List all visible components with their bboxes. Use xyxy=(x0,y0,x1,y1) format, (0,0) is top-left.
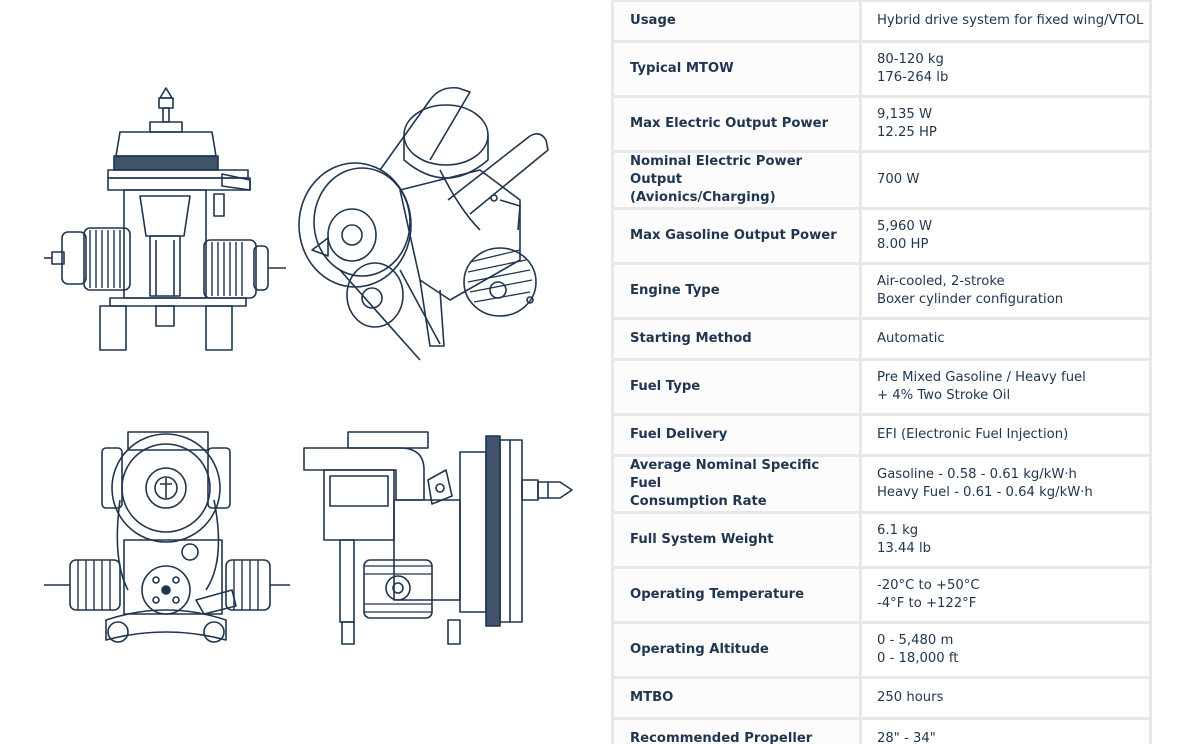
spec-label: Recommended Propeller xyxy=(611,717,862,744)
spec-value: -20°C to +50°C -4°F to +122°F xyxy=(859,566,1152,624)
spec-value: 250 hours xyxy=(859,676,1152,720)
spec-label-line: Full System Weight xyxy=(630,532,774,547)
spec-row-full-system-weight: Full System Weight 6.1 kg 13.44 lb xyxy=(611,511,1152,569)
spec-label: Max Gasoline Output Power xyxy=(611,207,862,265)
spec-label: Operating Altitude xyxy=(611,621,862,679)
engine-isometric-view-icon xyxy=(298,86,549,361)
spec-label: Usage xyxy=(611,0,862,43)
spec-value-line: 5,960 W xyxy=(877,219,932,234)
spec-value-line: 28" - 34" xyxy=(877,731,936,744)
spec-row-usage: Usage Hybrid drive system for fixed wing/… xyxy=(611,0,1152,43)
spec-label-line: Consumption Rate xyxy=(630,494,767,509)
spec-label: Max Electric Output Power xyxy=(611,95,862,153)
spec-label-line: Typical MTOW xyxy=(630,61,734,76)
spec-value: 700 W xyxy=(859,150,1152,210)
spec-label-line: Starting Method xyxy=(630,331,752,346)
spec-row-max-gasoline-output-power: Max Gasoline Output Power 5,960 W 8.00 HP xyxy=(611,207,1152,265)
spec-row-fuel-type: Fuel Type Pre Mixed Gasoline / Heavy fuel… xyxy=(611,358,1152,416)
spec-value-line: 250 hours xyxy=(877,690,944,705)
spec-value-line: 0 - 18,000 ft xyxy=(877,651,959,666)
spec-value: 9,135 W 12.25 HP xyxy=(859,95,1152,153)
spec-label-line: Operating Altitude xyxy=(630,642,769,657)
spec-row-nominal-electric-power-output: Nominal Electric Power Output (Avionics/C… xyxy=(611,150,1152,210)
spec-row-recommended-propeller: Recommended Propeller 28" - 34" xyxy=(611,717,1152,744)
spec-row-specific-fuel-consumption: Average Nominal Specific Fuel Consumption… xyxy=(611,454,1152,514)
spec-row-mtbo: MTBO 250 hours xyxy=(611,676,1152,720)
spec-value: 6.1 kg 13.44 lb xyxy=(859,511,1152,569)
spec-value: EFI (Electronic Fuel Injection) xyxy=(859,413,1152,457)
spec-label: Engine Type xyxy=(611,262,862,320)
spec-value-line: 6.1 kg xyxy=(877,523,919,538)
spec-value-line: Automatic xyxy=(877,331,945,346)
spec-value-line: 176-264 lb xyxy=(877,70,949,85)
spec-value-line: Pre Mixed Gasoline / Heavy fuel xyxy=(877,370,1086,385)
spec-row-starting-method: Starting Method Automatic xyxy=(611,317,1152,361)
spec-label: Fuel Type xyxy=(611,358,862,416)
spec-value-line: -4°F to +122°F xyxy=(877,596,977,611)
spec-value-line: 9,135 W xyxy=(877,107,932,122)
spec-label-line: Engine Type xyxy=(630,283,720,298)
spec-label-line: Recommended Propeller xyxy=(630,731,813,744)
spec-value: Hybrid drive system for fixed wing/VTOL xyxy=(859,0,1152,43)
spec-label: Full System Weight xyxy=(611,511,862,569)
spec-label: Starting Method xyxy=(611,317,862,361)
engine-rear-view-icon xyxy=(44,431,290,643)
spec-row-engine-type: Engine Type Air-cooled, 2-stroke Boxer cyl… xyxy=(611,262,1152,320)
spec-label-line: Max Electric Output Power xyxy=(630,116,829,131)
spec-label: Fuel Delivery xyxy=(611,413,862,457)
spec-value: 5,960 W 8.00 HP xyxy=(859,207,1152,265)
spec-value-line: EFI (Electronic Fuel Injection) xyxy=(877,427,1069,442)
spec-value: 28" - 34" xyxy=(859,717,1152,744)
spec-label-line: Nominal Electric Power Output xyxy=(630,154,803,187)
spec-label: Operating Temperature xyxy=(611,566,862,624)
spec-label-line: Fuel Type xyxy=(630,379,701,394)
spec-value-line: 80-120 kg xyxy=(877,52,944,67)
spec-row-typical-mtow: Typical MTOW 80-120 kg 176-264 lb xyxy=(611,40,1152,98)
spec-value-line: -20°C to +50°C xyxy=(877,578,980,593)
spec-row-fuel-delivery: Fuel Delivery EFI (Electronic Fuel Inject… xyxy=(611,413,1152,457)
engine-front-view-icon xyxy=(44,87,286,351)
spec-label: Typical MTOW xyxy=(611,40,862,98)
spec-label-line: Fuel Delivery xyxy=(630,427,728,442)
spec-value-line: Gasoline - 0.58 - 0.61 kg/kW·h xyxy=(877,467,1077,482)
spec-value: Automatic xyxy=(859,317,1152,361)
spec-value-line: 8.00 HP xyxy=(877,237,929,252)
engine-drawings xyxy=(0,0,600,744)
spec-value: Pre Mixed Gasoline / Heavy fuel + 4% Two … xyxy=(859,358,1152,416)
spec-value-line: Boxer cylinder configuration xyxy=(877,292,1064,307)
spec-label-line: Usage xyxy=(630,13,676,28)
spec-row-operating-temperature: Operating Temperature -20°C to +50°C -4°F … xyxy=(611,566,1152,624)
spec-label-line: (Avionics/Charging) xyxy=(630,190,776,205)
spec-label-line: Average Nominal Specific Fuel xyxy=(630,458,820,491)
spec-row-max-electric-output-power: Max Electric Output Power 9,135 W 12.25 HP xyxy=(611,95,1152,153)
engine-side-view-icon xyxy=(303,431,573,645)
spec-value-line: Hybrid drive system for fixed wing/VTOL xyxy=(877,13,1144,28)
spec-value-line: 0 - 5,480 m xyxy=(877,633,954,648)
spec-label-line: Operating Temperature xyxy=(630,587,805,602)
spec-row-operating-altitude: Operating Altitude 0 - 5,480 m 0 - 18,000 … xyxy=(611,621,1152,679)
spec-label: MTBO xyxy=(611,676,862,720)
spec-value: 80-120 kg 176-264 lb xyxy=(859,40,1152,98)
spec-label-line: MTBO xyxy=(630,690,674,705)
spec-value: Gasoline - 0.58 - 0.61 kg/kW·h Heavy Fuel… xyxy=(859,454,1152,514)
spec-label: Nominal Electric Power Output (Avionics/C… xyxy=(611,150,862,210)
spec-value: 0 - 5,480 m 0 - 18,000 ft xyxy=(859,621,1152,679)
spec-value-line: Heavy Fuel - 0.61 - 0.64 kg/kW·h xyxy=(877,485,1093,500)
spec-table: Usage Hybrid drive system for fixed wing/… xyxy=(611,0,1152,744)
spec-value-line: 700 W xyxy=(877,172,920,187)
spec-value-line: Air-cooled, 2-stroke xyxy=(877,274,1005,289)
spec-label: Average Nominal Specific Fuel Consumption… xyxy=(611,454,862,514)
spec-value: Air-cooled, 2-stroke Boxer cylinder confi… xyxy=(859,262,1152,320)
spec-label-line: Max Gasoline Output Power xyxy=(630,228,837,243)
spec-value-line: 13.44 lb xyxy=(877,541,931,556)
spec-value-line: 12.25 HP xyxy=(877,125,937,140)
spec-value-line: + 4% Two Stroke Oil xyxy=(877,388,1011,403)
